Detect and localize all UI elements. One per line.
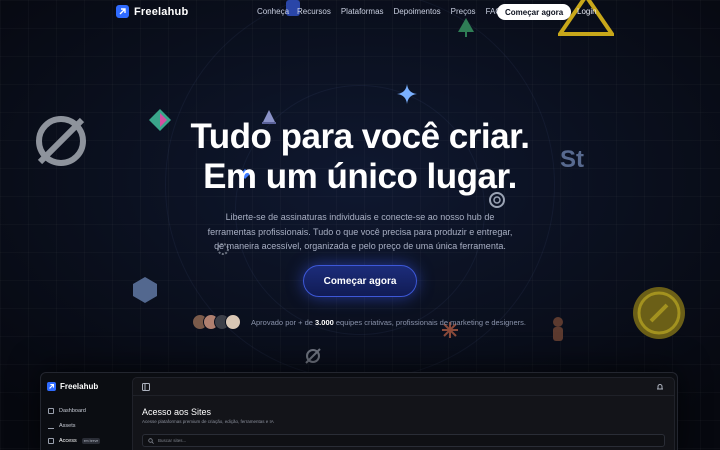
dashboard-main: Acesso aos Sites Acesse plataformas prem… bbox=[132, 377, 675, 450]
sidebar-item-label: Assets bbox=[59, 423, 76, 429]
hero-title-line-2: Em um único lugar. bbox=[203, 157, 517, 196]
approval-count: 3.000 bbox=[315, 317, 334, 327]
nav-start-button[interactable]: Começar agora bbox=[497, 4, 572, 20]
dashboard-brand-name: Freelahub bbox=[60, 382, 99, 391]
search-input[interactable]: Buscar sites... bbox=[142, 434, 665, 447]
sidebar-item-dashboard[interactable]: Dashboard bbox=[48, 407, 100, 415]
dashboard-sidebar: Freelahub Dashboard Assets Access em bre… bbox=[41, 373, 129, 450]
hero-subtitle-line-3: de maneira acessível, organizada e pelo … bbox=[214, 241, 506, 251]
hero-title-line-1: Tudo para você criar. bbox=[190, 117, 531, 156]
sidebar-item-assets[interactable]: Assets bbox=[48, 422, 100, 430]
hero-start-button[interactable]: Começar agora bbox=[303, 265, 417, 297]
hero-subtitle: Liberte-se de assinaturas individuais e … bbox=[190, 210, 530, 254]
search-icon bbox=[148, 437, 154, 444]
download-icon bbox=[48, 423, 54, 429]
nav-link-precos[interactable]: Preços bbox=[451, 7, 476, 16]
page-description: Acesse plataformas premium de criação, e… bbox=[142, 419, 274, 424]
brand-logo-link[interactable]: Freelahub bbox=[116, 5, 188, 18]
hero-subtitle-line-2: ferramentas profissionais. Tudo o que vo… bbox=[207, 226, 513, 237]
monitor-icon bbox=[48, 438, 54, 444]
hexagon-tool-icon bbox=[131, 276, 159, 309]
dashboard-brand[interactable]: Freelahub bbox=[47, 382, 98, 391]
dashboard-preview: Freelahub Dashboard Assets Access em bre… bbox=[40, 372, 678, 450]
dashboard-topbar bbox=[133, 378, 674, 396]
nav-link-depoimentos[interactable]: Depoimentos bbox=[394, 7, 441, 16]
social-proof-text: Aprovado por + de 3.000 equipes criativa… bbox=[251, 318, 526, 327]
nav-links: Conheça Recursos Plataformas Depoimentos… bbox=[257, 7, 502, 16]
brand-name: Freelahub bbox=[134, 5, 189, 18]
top-navigation: Freelahub Conheça Recursos Plataformas D… bbox=[0, 0, 720, 26]
search-placeholder: Buscar sites... bbox=[158, 438, 187, 443]
nav-link-recursos[interactable]: Recursos bbox=[297, 7, 331, 16]
social-proof: Aprovado por + de 3.000 equipes criativa… bbox=[192, 314, 526, 330]
gemini-sparkle-icon bbox=[397, 84, 417, 109]
dashboard-nav: Dashboard Assets Access em breve bbox=[48, 407, 101, 445]
hero-subtitle-line-1: Liberte-se de assinaturas individuais e … bbox=[225, 212, 495, 222]
nav-link-plataformas[interactable]: Plataformas bbox=[341, 7, 384, 16]
avatar-group bbox=[192, 314, 241, 330]
bell-icon[interactable] bbox=[656, 383, 664, 391]
hero-title: Tudo para você criar. Em um único lugar. bbox=[0, 117, 720, 197]
freelahub-logo-icon bbox=[47, 382, 56, 391]
login-link[interactable]: Login bbox=[577, 7, 597, 16]
small-slash-circle-icon bbox=[304, 347, 322, 370]
sidebar-item-label: Access bbox=[59, 438, 77, 444]
status-badge: em breve bbox=[81, 438, 101, 444]
sidebar-toggle-icon[interactable] bbox=[142, 383, 150, 391]
gold-coin-icon bbox=[631, 285, 687, 346]
sidebar-item-access[interactable]: Access em breve bbox=[48, 437, 101, 445]
sidebar-item-label: Dashboard bbox=[59, 408, 86, 414]
freelahub-logo-icon bbox=[116, 5, 129, 18]
nav-link-conheca[interactable]: Conheça bbox=[257, 7, 289, 16]
page-title: Acesso aos Sites bbox=[142, 407, 212, 417]
approval-suffix: equipes criativas, profissionais de mark… bbox=[333, 317, 526, 327]
avatar bbox=[225, 314, 241, 330]
grid-icon bbox=[48, 408, 54, 414]
approval-prefix: Aprovado por + de bbox=[251, 317, 316, 327]
figure-tool-icon bbox=[549, 316, 567, 347]
